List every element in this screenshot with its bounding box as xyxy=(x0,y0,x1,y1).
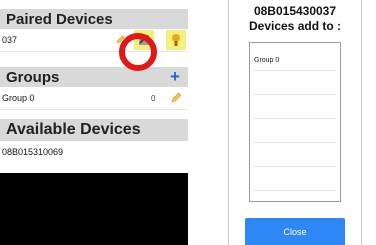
list-divider xyxy=(254,166,336,167)
groups-header: Groups + xyxy=(0,67,188,87)
device-identify-button[interactable] xyxy=(166,30,186,50)
devices-add-dialog: 08B015430037 Devices add to : Group 0 Cl… xyxy=(228,0,362,245)
paired-devices-header: Paired Devices xyxy=(0,9,188,29)
dialog-device-id: 08B015430037 xyxy=(253,4,337,18)
paired-device-id: 037 xyxy=(2,35,18,45)
add-group-button[interactable]: + xyxy=(170,67,180,87)
paired-device-row[interactable]: 037 xyxy=(0,29,188,52)
list-divider xyxy=(254,190,336,191)
available-device-row[interactable]: 08B015310069 xyxy=(0,141,188,163)
group-row[interactable]: Group 0 0 xyxy=(0,87,188,110)
dialog-subtitle: Devices add to : xyxy=(248,19,342,33)
close-button[interactable]: Close xyxy=(245,218,345,245)
edit-group-pencil-icon[interactable] xyxy=(171,92,182,103)
available-devices-title: Available Devices xyxy=(6,121,141,138)
device-list-screen: Paired Devices 037 Groups + Group 0 0 Av… xyxy=(0,9,188,245)
groups-title: Groups xyxy=(6,69,60,86)
empty-dark-area xyxy=(0,173,188,245)
list-divider xyxy=(254,118,336,119)
group-list-item[interactable]: Group 0 xyxy=(254,57,279,64)
highlight-circle xyxy=(119,33,157,71)
list-divider xyxy=(254,70,336,71)
available-devices-header: Available Devices xyxy=(0,119,188,141)
paired-devices-title: Paired Devices xyxy=(6,11,113,28)
group-name: Group 0 xyxy=(2,93,35,103)
lightbulb-icon xyxy=(172,34,180,46)
list-divider xyxy=(254,142,336,143)
list-divider xyxy=(254,94,336,95)
group-picker-list[interactable]: Group 0 xyxy=(249,42,341,202)
available-device-id: 08B015310069 xyxy=(2,147,64,157)
group-count: 0 xyxy=(151,94,156,103)
